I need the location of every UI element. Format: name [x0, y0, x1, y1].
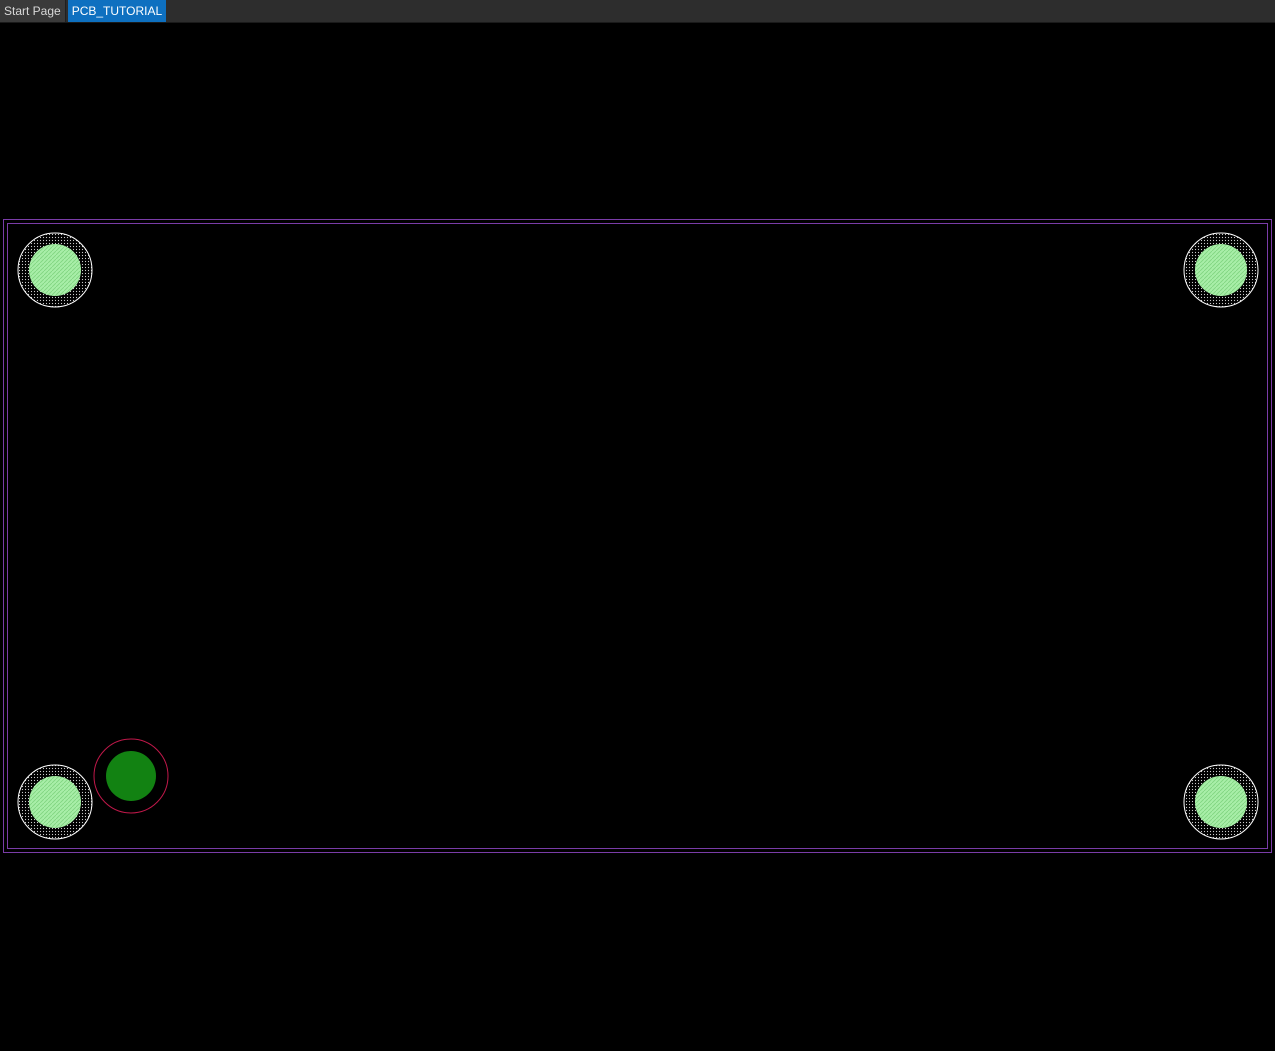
- tab-label: Start Page: [4, 4, 61, 18]
- pcb-editor-canvas[interactable]: [0, 23, 1275, 1051]
- tab-label: PCB_TUTORIAL: [71, 4, 163, 18]
- mounting-hole-bottom-right[interactable]: [1183, 764, 1259, 840]
- via-bottom-left[interactable]: [93, 738, 169, 814]
- tab-pcb-tutorial[interactable]: PCB_TUTORIAL: [67, 0, 167, 22]
- board-outline-outer[interactable]: [3, 219, 1272, 853]
- mounting-hole-bottom-left[interactable]: [17, 764, 93, 840]
- pcb-drawing[interactable]: [0, 23, 1275, 1051]
- mounting-hole-top-left[interactable]: [17, 232, 93, 308]
- mounting-hole-top-right[interactable]: [1183, 232, 1259, 308]
- tab-start-page[interactable]: Start Page: [0, 0, 66, 22]
- board-outline-inner: [7, 223, 1268, 849]
- document-tab-bar: Start Page PCB_TUTORIAL: [0, 0, 1275, 23]
